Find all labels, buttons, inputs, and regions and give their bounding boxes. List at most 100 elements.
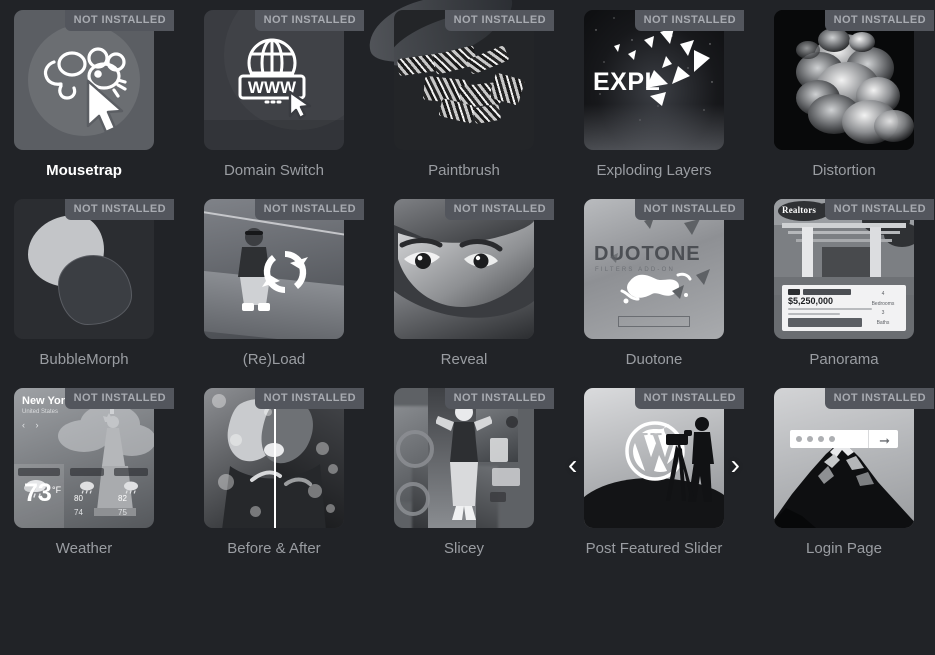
addon-card-login-page[interactable]: ➞ NOT INSTALLED Login Page [774,388,934,558]
photographer-silhouette [666,417,714,502]
split-compare-icon [204,388,344,528]
addon-label: BubbleMorph [39,351,129,368]
comparison-divider[interactable] [274,388,276,528]
addon-label: Paintbrush [428,162,500,179]
addon-thumbnail[interactable]: NOT INSTALLED [204,199,364,339]
addon-label: Duotone [625,351,683,368]
addon-card-before-after[interactable]: NOT INSTALLED Before & After [204,388,364,558]
addon-label: Login Page [806,540,882,557]
status-badge: NOT INSTALLED [634,388,744,409]
refresh-icon [262,250,308,294]
status-badge: NOT INSTALLED [824,199,934,220]
status-badge: NOT INSTALLED [254,388,364,409]
listing-price: $5,250,000 [788,296,834,306]
weather-high: 80 [74,494,83,503]
weather-widget-icon: New York United States ‹ › 73 °F 80 74 8… [14,388,154,528]
smoke-illustration [774,10,914,150]
addon-label: Slicey [443,540,484,557]
weather-low: 75 [118,508,127,517]
addon-thumbnail[interactable]: NOT INSTALLED [394,199,554,339]
login-input-bar[interactable]: ➞ [790,430,898,448]
addon-card-duotone[interactable]: DUOTONE FILTERS ADD-ON NOT INSTALLED Duo… [584,199,744,369]
listing-card: $5,250,000 4 Bedrooms 3 Baths [782,285,906,331]
globe-www-icon: WWW [204,10,344,150]
addon-card-reveal[interactable]: NOT INSTALLED Reveal [394,199,554,369]
status-badge: NOT INSTALLED [444,10,554,31]
slider-prev-arrow[interactable]: ‹ [568,451,577,479]
listing-baths-label: Baths [876,319,890,326]
addon-card-post-featured-slider[interactable]: ‹ › NOT INSTALLED Post Featured Slider [568,388,744,558]
rock-shards [394,10,534,150]
wordpress-slider-icon [584,388,724,528]
paintbrush-thumbnail [394,10,534,150]
status-badge: NOT INSTALLED [634,199,744,220]
weather-temperature: 73 [24,479,52,507]
realtors-brand: Realtors [782,205,817,215]
addons-grid: NOT INSTALLED Mousetrap WWW NOT INSTALLE… [0,0,935,558]
status-badge: NOT INSTALLED [254,199,364,220]
blob-shapes-icon [14,199,154,339]
addon-thumbnail[interactable]: ‹ › NOT INSTALLED [568,388,744,528]
addon-thumbnail[interactable]: Realtors $5,250,000 4 Bedrooms 3 Baths N… [774,199,934,339]
addon-thumbnail[interactable]: New York United States ‹ › 73 °F 80 74 8… [14,388,174,528]
addon-thumbnail[interactable]: NOT INSTALLED [774,10,934,150]
addon-card-weather[interactable]: New York United States ‹ › 73 °F 80 74 8… [14,388,174,558]
addon-label: Panorama [809,351,879,368]
realtors-listing-icon: Realtors $5,250,000 4 Bedrooms 3 Baths [774,199,914,339]
portrait-illustration [394,199,534,339]
mouse-cursor-icon [14,10,154,150]
addon-label: Reveal [440,351,488,368]
addon-card-domain-switch[interactable]: WWW NOT INSTALLED Domain Switch [204,10,364,180]
weather-nav-arrows[interactable]: ‹ › [22,420,43,430]
addon-card-panorama[interactable]: Realtors $5,250,000 4 Bedrooms 3 Baths N… [774,199,934,369]
exploding-triangles-icon: EXPL [584,10,724,150]
smoke-cloud-icon [774,10,914,150]
addon-label: Exploding Layers [596,162,712,179]
duotone-filter-icon: DUOTONE FILTERS ADD-ON [584,199,724,339]
addon-thumbnail[interactable]: WWW NOT INSTALLED [204,10,364,150]
addon-thumbnail[interactable]: NOT INSTALLED [14,199,174,339]
weather-unit: °F [52,485,62,495]
weather-city: New York [22,395,72,407]
globe-icon: WWW [238,38,312,120]
weather-low: 74 [74,508,83,517]
addon-card-distortion[interactable]: NOT INSTALLED Distortion [774,10,934,180]
addon-card-bubblemorph[interactable]: NOT INSTALLED BubbleMorph [14,199,174,369]
listing-beds-label: Bedrooms [871,300,895,307]
addon-label: Weather [55,540,113,557]
weather-high: 82 [118,494,127,503]
addon-card-paintbrush[interactable]: NOT INSTALLED Paintbrush [360,0,554,180]
slider-next-arrow[interactable]: › [731,451,740,479]
addon-thumbnail[interactable]: NOT INSTALLED [14,10,174,150]
addon-card-reload[interactable]: NOT INSTALLED (Re)Load [204,199,364,369]
addon-card-exploding-layers[interactable]: EXPL NOT INSTALLED Exploding Layers [584,10,744,180]
status-badge: NOT INSTALLED [64,388,174,409]
addon-label: Mousetrap [46,162,122,179]
status-badge: NOT INSTALLED [444,388,554,409]
status-badge: NOT INSTALLED [824,10,934,31]
objects-overlay [396,416,520,516]
addon-card-slicey[interactable]: NOT INSTALLED Slicey [394,388,554,558]
status-badge: NOT INSTALLED [64,10,174,31]
triangle-shards [614,28,710,106]
addon-label: Domain Switch [223,162,325,179]
addon-thumbnail[interactable]: ➞ NOT INSTALLED [774,388,934,528]
addon-label: Before & After [227,540,321,557]
addon-card-mousetrap[interactable]: NOT INSTALLED Mousetrap [14,10,174,180]
sliced-tiles-icon [394,388,534,528]
cursor-arrow-icon [86,79,124,134]
contact-agent-button[interactable] [788,318,862,327]
weather-country: United States [22,409,59,415]
addon-thumbnail[interactable]: NOT INSTALLED [360,0,554,150]
login-submit-arrow-icon[interactable]: ➞ [879,434,890,447]
listing-baths: 3 [881,310,885,316]
status-badge: NOT INSTALLED [824,388,934,409]
addon-thumbnail[interactable]: NOT INSTALLED [394,388,554,528]
duotone-cta [618,316,690,327]
addon-thumbnail[interactable]: NOT INSTALLED [204,388,364,528]
addon-label: Distortion [812,162,876,179]
status-badge: NOT INSTALLED [444,199,554,220]
addon-thumbnail[interactable]: DUOTONE FILTERS ADD-ON NOT INSTALLED [584,199,744,339]
addon-thumbnail[interactable]: EXPL NOT INSTALLED [584,10,744,150]
addon-label: Post Featured Slider [585,540,723,557]
